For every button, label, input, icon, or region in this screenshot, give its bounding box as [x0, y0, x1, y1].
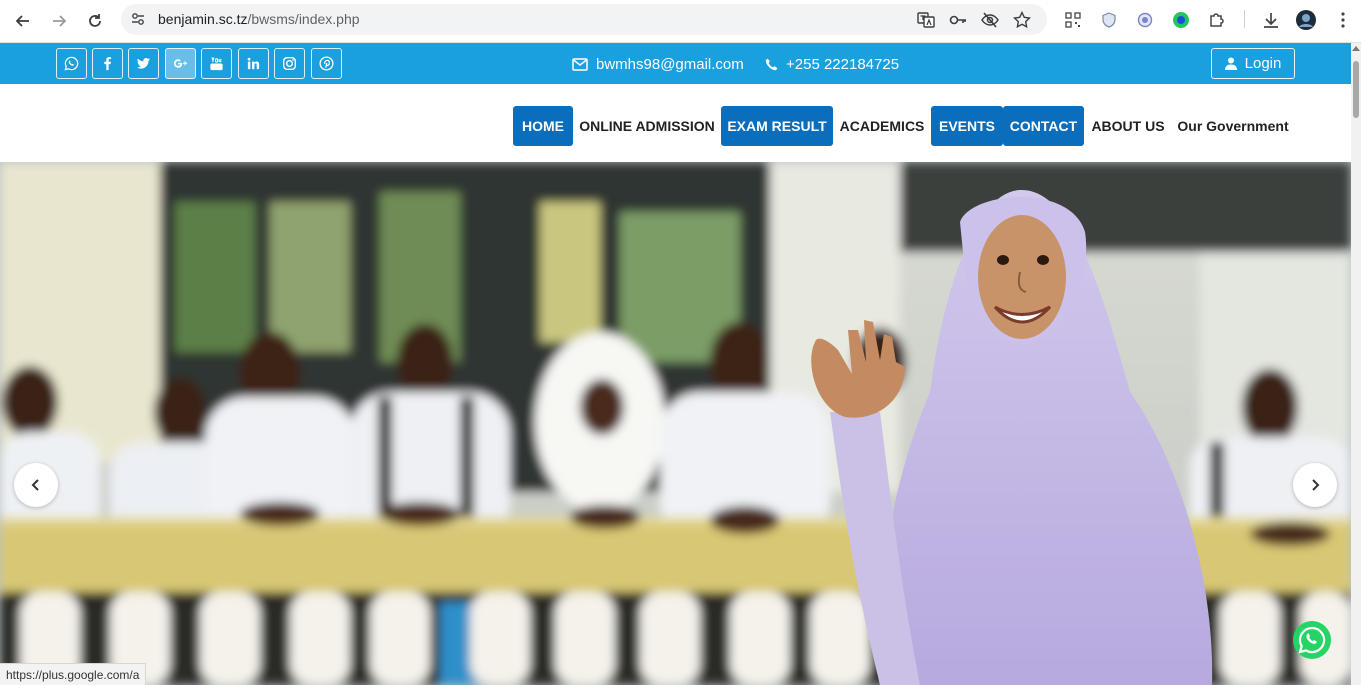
- nav-our-government[interactable]: Our Government: [1174, 106, 1292, 146]
- linkedin-icon[interactable]: [238, 48, 269, 79]
- google-plus-icon[interactable]: [165, 48, 196, 79]
- url-host: benjamin.sc.tz: [158, 11, 248, 27]
- forward-icon[interactable]: [46, 8, 72, 34]
- user-icon: [1224, 57, 1237, 70]
- menu-kebab-icon[interactable]: [1333, 10, 1353, 30]
- bookmark-star-icon[interactable]: [1013, 11, 1031, 29]
- instagram-icon[interactable]: [274, 48, 305, 79]
- whatsapp-chat-icon: [1293, 621, 1331, 659]
- phone-icon: [765, 58, 778, 70]
- nav-online-admission[interactable]: ONLINE ADMISSION: [578, 106, 716, 146]
- circle-extension-icon[interactable]: [1135, 10, 1155, 30]
- email-text: bwmhs98@gmail.com: [596, 55, 744, 73]
- contact-email[interactable]: bwmhs98@gmail.com: [572, 54, 744, 74]
- shield-extension-icon[interactable]: [1099, 10, 1119, 30]
- chevron-left-icon: [31, 479, 39, 491]
- extensions-puzzle-icon[interactable]: [1207, 10, 1227, 30]
- contact-phone[interactable]: +255 222184725: [765, 54, 899, 74]
- link-status-tooltip: https://plus.google.com/a: [0, 663, 147, 685]
- pinterest-icon[interactable]: [311, 48, 342, 79]
- envelope-icon: [572, 57, 588, 71]
- url-path: /bwsms/index.php: [247, 11, 360, 27]
- twitter-icon[interactable]: [128, 48, 159, 79]
- scroll-up-arrow[interactable]: [1352, 46, 1360, 51]
- slider-next-button[interactable]: [1293, 463, 1337, 507]
- key-icon[interactable]: [949, 11, 967, 29]
- nav-exam-result[interactable]: EXAM RESULT: [721, 106, 833, 146]
- top-info-bar: bwmhs98@gmail.com +255 222184725 Login: [0, 43, 1351, 84]
- whatsapp-icon[interactable]: [56, 48, 87, 79]
- nav-academics[interactable]: ACADEMICS: [837, 106, 927, 146]
- address-bar[interactable]: benjamin.sc.tz/bwsms/index.php: [121, 4, 1047, 35]
- browser-toolbar: benjamin.sc.tz/bwsms/index.php: [0, 0, 1361, 43]
- hero-slider: [0, 162, 1351, 685]
- toolbar-separator: [1244, 10, 1245, 28]
- page-scrollbar[interactable]: [1351, 43, 1361, 685]
- chevron-right-icon: [1312, 479, 1320, 491]
- nav-contact[interactable]: CONTACT: [1003, 106, 1084, 146]
- facebook-icon[interactable]: [92, 48, 123, 79]
- scrollbar-thumb[interactable]: [1353, 61, 1359, 118]
- phone-text: +255 222184725: [786, 55, 900, 73]
- url-text: benjamin.sc.tz/bwsms/index.php: [158, 11, 360, 27]
- login-label: Login: [1244, 55, 1282, 72]
- qr-code-icon[interactable]: [1063, 10, 1083, 30]
- profile-avatar-icon[interactable]: [1296, 10, 1316, 30]
- back-icon[interactable]: [10, 8, 36, 34]
- translate-icon[interactable]: [917, 11, 935, 29]
- slider-prev-button[interactable]: [14, 463, 58, 507]
- download-icon[interactable]: [1261, 10, 1281, 30]
- youtube-icon[interactable]: [201, 48, 232, 79]
- login-button[interactable]: Login: [1211, 48, 1295, 79]
- nav-about-us[interactable]: ABOUT US: [1089, 106, 1167, 146]
- reload-icon[interactable]: [82, 8, 108, 34]
- hero-image: [0, 162, 1351, 685]
- green-extension-icon[interactable]: [1171, 10, 1191, 30]
- main-nav: HOME ONLINE ADMISSION EXAM RESULT ACADEM…: [0, 84, 1351, 162]
- nav-home[interactable]: HOME: [513, 106, 573, 146]
- eye-off-icon[interactable]: [981, 11, 999, 29]
- nav-events[interactable]: EVENTS: [931, 106, 1003, 146]
- whatsapp-chat-button[interactable]: [1292, 620, 1332, 660]
- site-settings-icon[interactable]: [129, 10, 147, 28]
